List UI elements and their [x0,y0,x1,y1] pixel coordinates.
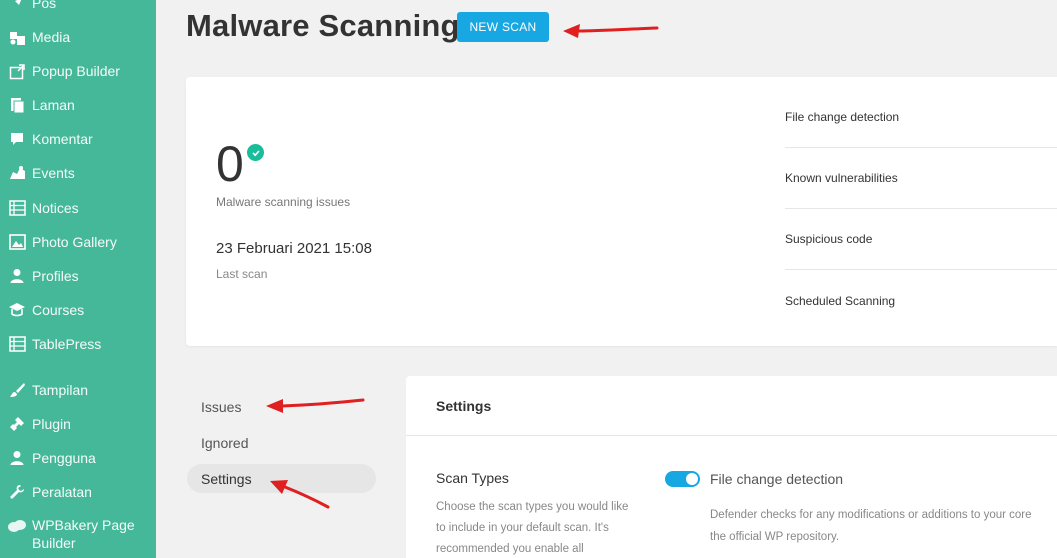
sidebar-item-events[interactable]: Events [0,158,156,188]
sidebar-item-label: Events [32,165,75,181]
sidebar-item-popup-builder[interactable]: Popup Builder [0,56,156,86]
status-row-suspicious-code: Suspicious code [785,209,1057,270]
tab-issues[interactable]: Issues [187,392,376,421]
sidebar-item-label: Courses [32,302,85,318]
courses-icon [0,302,32,318]
wpbakery-icon [0,516,32,533]
list-icon [0,200,32,216]
check-circle-icon [247,144,264,161]
user-icon [0,450,32,466]
sidebar-item-pos[interactable]: Pos [0,0,156,18]
sidebar-item-plugin[interactable]: Plugin [0,409,156,439]
file-change-detection-description: Defender checks for any modifications or… [710,504,1057,548]
wrench-icon [0,484,32,500]
sidebar-item-label: Pos [32,0,57,11]
sidebar-item-pengguna[interactable]: Pengguna [0,443,156,473]
media-icon [0,29,32,46]
sidebar-item-photo-gallery[interactable]: Photo Gallery [0,227,156,257]
file-change-detection-label: File change detection [710,471,844,487]
last-scan-label: Last scan [216,267,268,281]
sidebar-item-komentar[interactable]: Komentar [0,124,156,154]
popup-icon [0,63,32,80]
status-row-vulnerabilities: Known vulnerabilities [785,148,1057,209]
sidebar-item-media[interactable]: Media [0,22,156,52]
sidebar-item-label: Laman [32,97,75,113]
sidebar-item-label: Popup Builder [32,63,120,79]
sidebar-item-label: Media [32,29,71,45]
sidebar-item-label: Profiles [32,268,79,284]
file-change-desc-line2: the official WP repository. [710,531,840,543]
tab-ignored[interactable]: Ignored [187,428,376,457]
pages-icon [0,97,32,114]
sidebar-item-label: Notices [32,200,79,216]
sidebar-item-label: WPBakery Page Builder [32,517,135,551]
gallery-icon [0,234,32,250]
issues-count: 0 [216,136,244,192]
scan-types-title: Scan Types [436,470,509,486]
arrow-to-new-scan [563,24,659,38]
sidebar-item-label: Peralatan [32,484,92,500]
sidebar-item-profiles[interactable]: Profiles [0,261,156,291]
settings-panel-title: Settings [406,376,1057,436]
sidebar-item-wpbakery[interactable]: WPBakery Page Builder [0,516,156,558]
scan-types-description: Choose the scan types you would like to … [436,501,629,555]
pin-icon [0,0,32,11]
sidebar-item-laman[interactable]: Laman [0,90,156,120]
plugin-icon [0,416,32,432]
sidebar-item-courses[interactable]: Courses [0,295,156,325]
comment-icon [0,131,32,147]
brush-icon [0,382,32,398]
sidebar-item-tampilan[interactable]: Tampilan [0,375,156,405]
file-change-desc-line1: Defender checks for any modifications or… [710,509,1032,521]
status-row-file-change: File change detection [785,87,1057,148]
sidebar-item-label: Pengguna [32,450,96,466]
table-icon [0,336,32,352]
sidebar-item-tablepress[interactable]: TablePress [0,329,156,359]
scan-summary-card: 0 Malware scanning issues 23 Februari 20… [186,77,1057,346]
admin-sidebar: Pos Media Popup Builder Laman Komentar E… [0,0,156,558]
sidebar-item-label: Komentar [32,131,93,147]
sidebar-item-peralatan[interactable]: Peralatan [0,477,156,507]
settings-panel: Settings Scan Types Choose the scan type… [406,376,1057,558]
sidebar-item-label: TablePress [32,336,102,352]
sidebar-item-notices[interactable]: Notices [0,193,156,223]
sidebar-item-label: Plugin [32,416,71,432]
toggle-knob [686,473,698,485]
issues-label: Malware scanning issues [216,195,351,209]
sidebar-item-label: Tampilan [32,382,89,398]
events-icon [0,165,32,181]
scan-status-list: File change detection Known vulnerabilit… [785,87,1057,331]
page-title: Malware Scanning [186,8,460,43]
last-scan-date: 23 Februari 2021 15:08 [216,240,372,257]
sidebar-item-label: Photo Gallery [32,234,117,250]
file-change-detection-toggle[interactable] [665,471,700,487]
tab-settings[interactable]: Settings [187,464,376,493]
new-scan-button[interactable]: NEW SCAN [457,12,549,42]
user-icon [0,268,32,284]
status-row-scheduled-scanning: Scheduled Scanning [785,293,896,308]
